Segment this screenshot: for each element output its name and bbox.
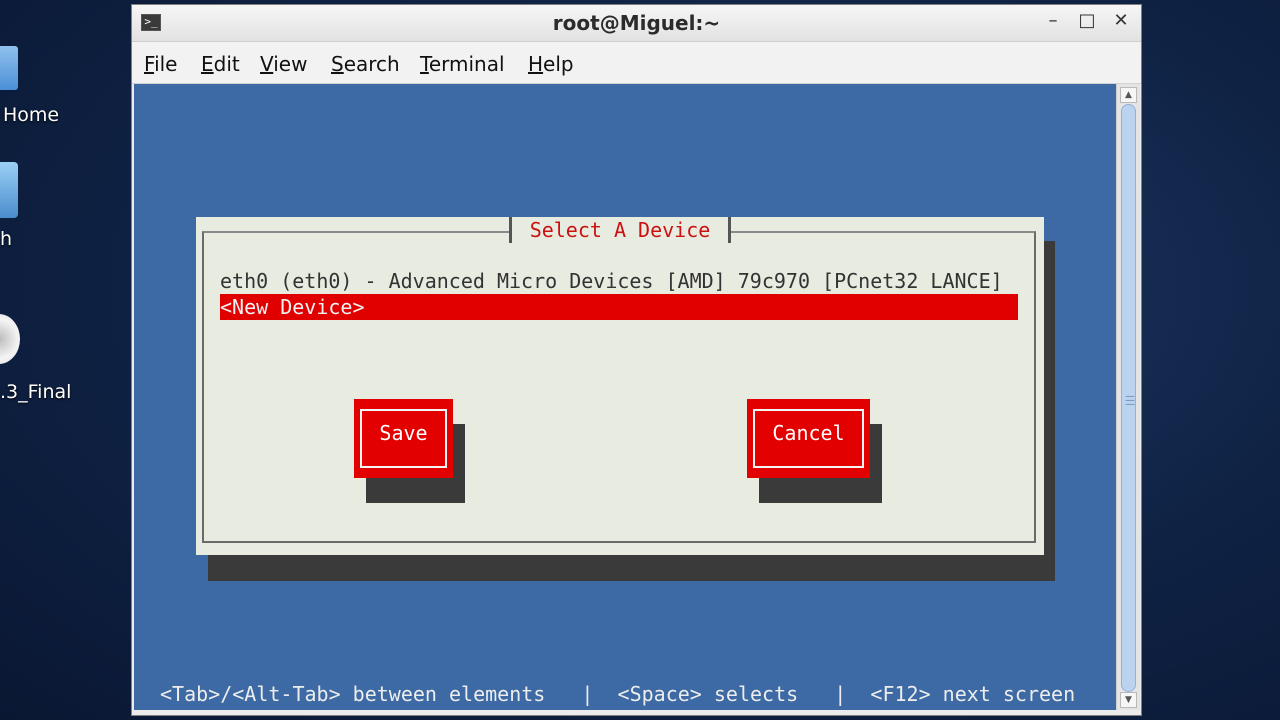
save-button[interactable]: Save bbox=[354, 399, 453, 478]
select-device-dialog: Select A Device eth0 (eth0) - Advanced M… bbox=[196, 217, 1044, 555]
menubar: File Edit View Search Terminal Help bbox=[132, 42, 1141, 84]
save-button-label: Save bbox=[360, 409, 447, 468]
dialog-title: Select A Device bbox=[509, 217, 731, 243]
scroll-up-icon[interactable]: ▲ bbox=[1120, 87, 1137, 103]
scrollbar-thumb[interactable]: — — — bbox=[1121, 104, 1136, 692]
menu-file[interactable]: File bbox=[144, 52, 177, 76]
minimize-icon[interactable]: – bbox=[1041, 10, 1065, 31]
cancel-button-label: Cancel bbox=[753, 409, 864, 468]
device-list-item-new-device[interactable]: <New Device> bbox=[220, 294, 1018, 320]
window-title: root@Miguel:~ bbox=[552, 11, 721, 35]
window-titlebar[interactable]: >_ root@Miguel:~ – □ ✕ bbox=[132, 5, 1141, 42]
menu-help[interactable]: Help bbox=[528, 52, 574, 76]
menu-terminal[interactable]: Terminal bbox=[420, 52, 505, 76]
menu-edit[interactable]: Edit bbox=[201, 52, 240, 76]
keyboard-hints-statusbar: <Tab>/<Alt-Tab> between elements | <Spac… bbox=[160, 682, 1076, 706]
terminal-window: >_ root@Miguel:~ – □ ✕ File Edit View Se… bbox=[131, 4, 1142, 716]
dvd-icon[interactable] bbox=[0, 314, 20, 364]
trash-icon[interactable] bbox=[0, 162, 18, 218]
scroll-down-icon[interactable]: ▼ bbox=[1120, 692, 1137, 708]
home-folder-icon[interactable] bbox=[0, 46, 18, 90]
terminal-scrollbar[interactable]: ▲ — — — ▼ bbox=[1116, 84, 1140, 710]
desktop-icon-trash-label: h bbox=[0, 228, 13, 250]
menu-view[interactable]: View bbox=[260, 52, 307, 76]
desktop-icon-home-label: Home bbox=[3, 104, 60, 126]
device-list-item-eth0[interactable]: eth0 (eth0) - Advanced Micro Devices [AM… bbox=[220, 268, 1003, 294]
scrollbar-grip-icon: — — — bbox=[1125, 391, 1135, 410]
close-icon[interactable]: ✕ bbox=[1109, 10, 1133, 31]
menu-search[interactable]: Search bbox=[331, 52, 400, 76]
desktop-icon-dvd-label: .3_Final bbox=[0, 381, 72, 403]
maximize-icon[interactable]: □ bbox=[1075, 10, 1099, 31]
terminal-screen[interactable]: Select A Device eth0 (eth0) - Advanced M… bbox=[134, 84, 1116, 710]
cancel-button[interactable]: Cancel bbox=[747, 399, 870, 478]
